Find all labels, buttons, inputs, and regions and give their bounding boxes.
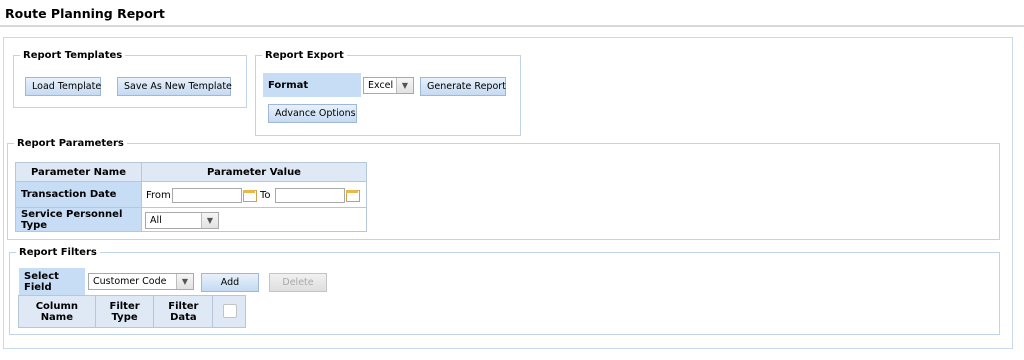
from-label: From [146, 190, 171, 201]
select-all-checkbox[interactable] [223, 304, 237, 318]
format-select[interactable]: Excel ▼ [363, 77, 414, 94]
page-header: Route Planning Report [0, 0, 1024, 27]
calendar-icon[interactable] [242, 188, 257, 202]
chevron-down-icon: ▼ [396, 78, 413, 93]
select-field-value: Customer Code [93, 276, 167, 287]
chevron-down-icon: ▼ [201, 213, 218, 228]
add-filter-button[interactable]: Add [201, 273, 259, 292]
advance-options-button[interactable]: Advance Options [268, 104, 357, 123]
filter-data-header: Filter Data [153, 295, 214, 328]
transaction-date-label: Transaction Date [15, 181, 142, 208]
filters-table: Column Name Filter Type Filter Data [18, 295, 246, 328]
select-field-select[interactable]: Customer Code ▼ [88, 273, 194, 290]
to-date-input[interactable] [275, 188, 345, 203]
report-templates-legend: Report Templates [23, 50, 123, 61]
from-date-input[interactable] [172, 188, 242, 203]
report-export-legend: Report Export [265, 50, 344, 61]
save-as-new-template-button[interactable]: Save As New Template [117, 77, 232, 96]
calendar-icon[interactable] [345, 188, 360, 202]
report-filters-legend: Report Filters [19, 247, 97, 258]
filter-type-header: Filter Type [94, 295, 155, 328]
column-name-header: Column Name [18, 295, 96, 328]
service-personnel-type-label: Service Personnel Type [15, 207, 142, 232]
chevron-down-icon: ▼ [176, 274, 193, 289]
service-personnel-type-value: All [150, 215, 162, 226]
format-label: Format [263, 73, 361, 97]
load-template-button[interactable]: Load Template [25, 77, 101, 96]
to-label: To [260, 190, 271, 201]
generate-report-button[interactable]: Generate Report [420, 77, 506, 96]
delete-filter-button[interactable]: Delete [269, 273, 327, 292]
report-parameters-legend: Report Parameters [17, 138, 124, 149]
select-field-label: Select Field [19, 268, 85, 295]
parameter-value-header: Parameter Value [141, 162, 367, 182]
parameter-name-header: Parameter Name [15, 162, 142, 182]
format-select-value: Excel [368, 80, 394, 91]
service-personnel-type-select[interactable]: All ▼ [145, 212, 219, 229]
page-title: Route Planning Report [5, 6, 165, 21]
